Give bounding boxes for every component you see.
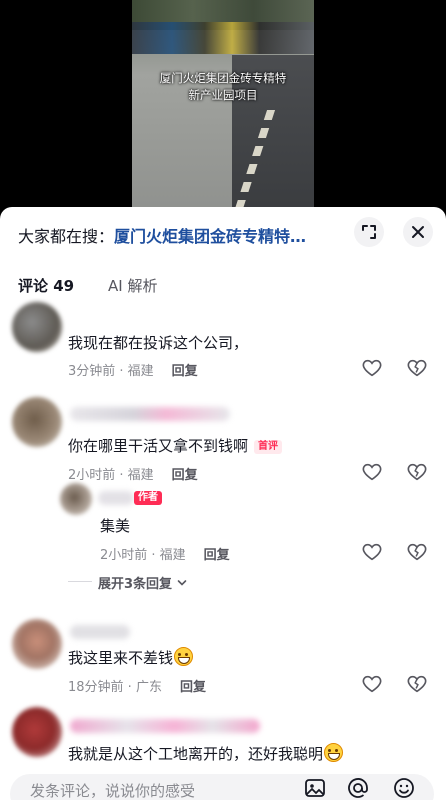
comment-time: 2小时前 · 福建 xyxy=(68,468,154,483)
chevron-down-icon xyxy=(177,580,186,586)
fullscreen-button[interactable] xyxy=(354,217,384,247)
comment-meta: 3分钟前 · 福建 回复 xyxy=(68,360,198,379)
emoji-icon[interactable] xyxy=(392,776,416,800)
reply-button[interactable]: 回复 xyxy=(172,468,198,483)
avatar[interactable] xyxy=(12,397,62,447)
username-blurred xyxy=(70,625,130,639)
first-comment-badge: 首评 xyxy=(254,440,283,454)
reply-button[interactable]: 回复 xyxy=(204,548,230,563)
avatar[interactable] xyxy=(12,619,62,669)
author-badge: 作者 xyxy=(134,491,162,505)
broken-heart-icon[interactable] xyxy=(406,357,428,379)
comment-text: 集美 xyxy=(100,517,131,535)
reply-button[interactable]: 回复 xyxy=(180,680,206,695)
video-vehicles xyxy=(132,22,314,54)
comment-time: 2小时前 · 福建 xyxy=(100,548,186,563)
comment-input-bar: 发条评论，说说你的感受 xyxy=(0,770,446,800)
comment-meta: 2小时前 · 福建 回复 xyxy=(100,544,230,563)
avatar[interactable] xyxy=(60,483,92,515)
comment-time: 18分钟前 · 广东 xyxy=(68,680,162,695)
heart-icon[interactable] xyxy=(361,461,383,483)
heart-icon[interactable] xyxy=(361,357,383,379)
expand-divider xyxy=(68,581,92,582)
comment-text: 我现在都在投诉这个公司， xyxy=(68,334,249,352)
search-suggestion[interactable]: 大家都在搜：厦门火炬集团金砖专精特… xyxy=(18,225,318,249)
heart-icon[interactable] xyxy=(361,673,383,695)
comment-panel: 大家都在搜：厦门火炬集团金砖专精特… 评论 49 AI 解析 我现在都在投诉这个… xyxy=(0,207,446,800)
reply-button[interactable]: 回复 xyxy=(172,364,198,379)
image-icon[interactable] xyxy=(303,776,327,800)
comment-input-placeholder: 发条评论，说说你的感受 xyxy=(30,782,196,800)
close-icon xyxy=(412,226,424,238)
search-prefix: 大家都在搜： xyxy=(18,227,115,246)
avatar[interactable] xyxy=(12,707,62,757)
comment-input[interactable]: 发条评论，说说你的感受 xyxy=(10,774,434,800)
comment-time: 3分钟前 · 福建 xyxy=(68,364,154,379)
broken-heart-icon[interactable] xyxy=(406,673,428,695)
tab-ai-analysis[interactable]: AI 解析 xyxy=(108,275,157,296)
expand-icon xyxy=(362,225,376,239)
grin-emoji-icon xyxy=(174,647,194,666)
username-blurred xyxy=(70,719,260,733)
comment-text-content: 你在哪里干活又拿不到钱啊 xyxy=(68,437,249,455)
comment-text: 我就是从这个工地离开的，还好我聪明 xyxy=(68,743,344,764)
video-caption-line2: 新产业园项目 xyxy=(188,88,258,102)
expand-replies-button[interactable]: 展开3条回复 xyxy=(98,573,187,592)
tab-comments[interactable]: 评论 49 xyxy=(18,275,74,296)
comment-text-content: 我就是从这个工地离开的，还好我聪明 xyxy=(68,745,324,763)
video-player[interactable]: 厦门火炬集团金砖专精特 新产业园项目 xyxy=(0,0,446,215)
close-button[interactable] xyxy=(403,217,433,247)
video-caption-line1: 厦门火炬集团金砖专精特 xyxy=(159,71,287,85)
search-term-link[interactable]: 厦门火炬集团金砖专精特… xyxy=(114,227,306,246)
video-frame xyxy=(132,0,314,215)
broken-heart-icon[interactable] xyxy=(406,461,428,483)
username-blurred xyxy=(70,407,230,421)
username-blurred xyxy=(98,491,134,505)
comment-text: 你在哪里干活又拿不到钱啊 首评 xyxy=(68,435,283,456)
video-caption: 厦门火炬集团金砖专精特 新产业园项目 xyxy=(132,70,314,104)
comment-meta: 2小时前 · 福建 回复 xyxy=(68,464,198,483)
comment-text: 我这里来不差钱 xyxy=(68,647,194,668)
comment-text-content: 我这里来不差钱 xyxy=(68,649,174,667)
comment-meta: 18分钟前 · 广东 回复 xyxy=(68,676,206,695)
avatar[interactable] xyxy=(12,302,62,352)
broken-heart-icon[interactable] xyxy=(406,541,428,563)
grin-emoji-icon xyxy=(324,743,344,762)
expand-replies-label: 展开3条回复 xyxy=(98,577,173,592)
heart-icon[interactable] xyxy=(361,541,383,563)
at-icon[interactable] xyxy=(346,776,370,800)
